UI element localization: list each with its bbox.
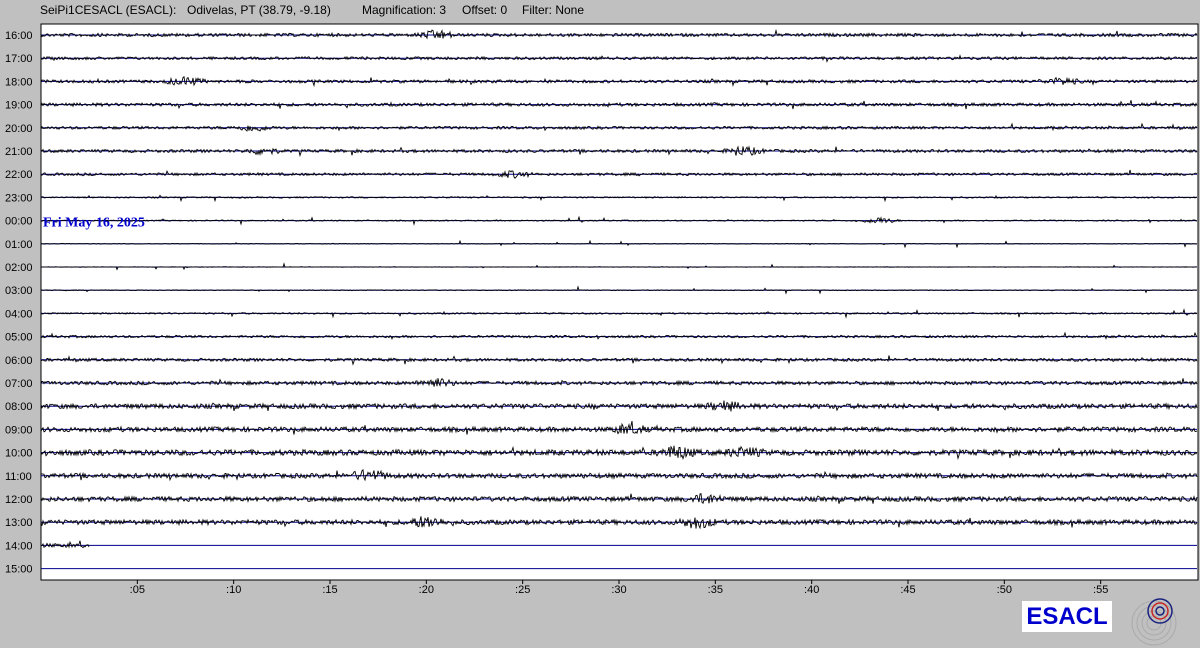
- row-label: 07:00: [5, 378, 33, 390]
- row-label: 10:00: [5, 448, 33, 460]
- x-tick-label: :25: [515, 584, 530, 596]
- row-label: 08:00: [5, 401, 33, 413]
- x-tick-label: :05: [130, 584, 145, 596]
- x-tick-label: :10: [226, 584, 241, 596]
- x-tick-label: :55: [1093, 584, 1108, 596]
- row-label: 16:00: [5, 30, 33, 42]
- date-annotation: Fri May 16, 2025: [43, 216, 145, 231]
- row-label: 02:00: [5, 262, 33, 274]
- x-tick-label: :30: [611, 584, 626, 596]
- row-label: 14:00: [5, 540, 33, 552]
- x-tick-label: :35: [708, 584, 723, 596]
- row-label: 19:00: [5, 100, 33, 112]
- row-label: 13:00: [5, 517, 33, 529]
- row-label: 17:00: [5, 53, 33, 65]
- x-tick-label: :20: [419, 584, 434, 596]
- row-label: 15:00: [5, 564, 33, 576]
- row-label: 23:00: [5, 192, 33, 204]
- row-label: 11:00: [5, 471, 32, 483]
- esacl-logo: ESACL: [1022, 601, 1112, 632]
- x-tick-label: :45: [900, 584, 915, 596]
- x-tick-label: :40: [804, 584, 819, 596]
- row-label: 21:00: [5, 146, 33, 158]
- row-label: 04:00: [5, 308, 33, 320]
- row-label: 05:00: [5, 332, 33, 344]
- row-label: 03:00: [5, 285, 33, 297]
- helicorder-chart: 16:00 17:00 18:00 19:00 20:00 21:00 22:00 23:00…: [5, 23, 1199, 596]
- plot-area: [40, 23, 1199, 581]
- x-tick-label: :50: [997, 584, 1012, 596]
- x-tick-label: :15: [322, 584, 337, 596]
- row-label: 22:00: [5, 169, 33, 181]
- row-label: 01:00: [5, 239, 33, 251]
- row-label: 06:00: [5, 355, 33, 367]
- row-label: 18:00: [5, 76, 33, 88]
- seismograph-logo-icon: [1131, 598, 1177, 646]
- row-label: 12:00: [5, 494, 33, 506]
- row-label: 09:00: [5, 424, 33, 436]
- row-label: 00:00: [5, 216, 33, 228]
- row-label: 20:00: [5, 123, 33, 135]
